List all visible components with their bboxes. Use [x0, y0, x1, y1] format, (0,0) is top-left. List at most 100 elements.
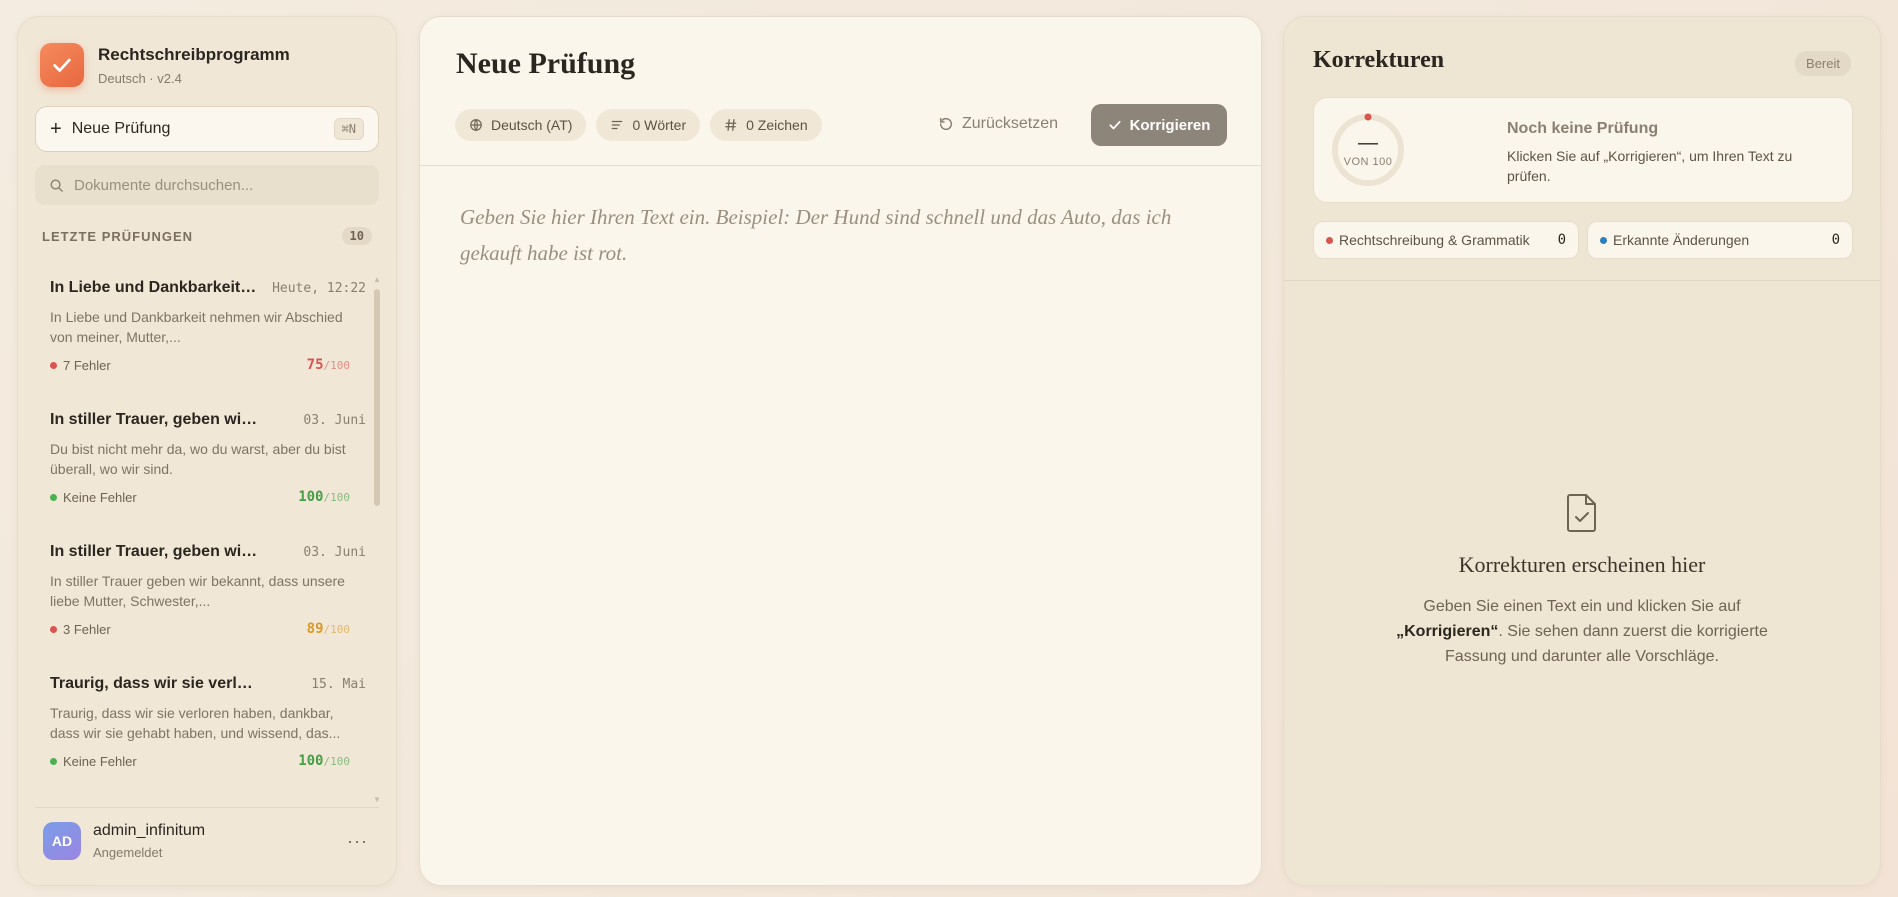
doc-title: Traurig, dass wir sie verloren haben	[50, 675, 260, 692]
doc-snippet: Traurig, dass wir sie verloren haben, da…	[50, 705, 341, 741]
score-value: —	[1358, 132, 1378, 154]
doc-score-value: 100	[298, 753, 324, 769]
scroll-down-icon[interactable]: ▼	[373, 795, 381, 804]
stat-spelling-grammar[interactable]: Rechtschreibung & Grammatik 0	[1313, 221, 1579, 259]
sidebar-scrollbar[interactable]: ▲ ▼	[373, 275, 381, 805]
reset-label: Zurücksetzen	[962, 115, 1059, 132]
score-gauge: — VON 100	[1330, 112, 1406, 188]
status-dot	[50, 625, 57, 633]
document-check-icon	[1565, 493, 1599, 538]
doc-snippet: In stiller Trauer geben wir bekannt, das…	[50, 573, 345, 609]
corrections-panel: Korrekturen Bereit — VON 100 Noch keine …	[1283, 16, 1881, 886]
app-logo	[40, 43, 84, 87]
new-check-button[interactable]: + Neue Prüfung ⌘N	[35, 106, 379, 152]
doc-status: 3 Fehler	[50, 622, 111, 637]
scroll-thumb[interactable]	[374, 289, 380, 506]
doc-score: 100/100	[298, 489, 350, 505]
gauge-marker	[1364, 113, 1372, 121]
user-status: Angemeldet	[93, 845, 163, 860]
editor-info-chips: Deutsch (AT) 0 Wörter 0 Zeichen	[455, 109, 832, 141]
word-count: 0 Wörter	[596, 109, 701, 141]
recent-documents-list: In Liebe und Dankbarkeit nehmen wir Absc…	[34, 267, 374, 802]
stat-count: 0	[1831, 232, 1840, 248]
app-version: Deutsch · v2.4	[98, 70, 182, 86]
divider	[35, 807, 379, 808]
list-item[interactable]: Traurig, dass wir sie verloren haben 15.…	[34, 663, 374, 783]
char-count-label: 0 Zeichen	[746, 117, 808, 133]
shortcut-badge: ⌘N	[333, 118, 364, 140]
recent-header: LETZTE PRÜFUNGEN 10	[42, 227, 372, 245]
empty-desc-bold: „Korrigieren“	[1396, 623, 1499, 640]
page-title: Neue Prüfung	[456, 47, 636, 80]
more-options-icon[interactable]: ···	[347, 831, 368, 852]
stat-label: Rechtschreibung & Grammatik	[1339, 232, 1530, 248]
empty-state: Korrekturen erscheinen hier Geben Sie ei…	[1284, 493, 1880, 669]
doc-score-of: /100	[323, 755, 351, 768]
stat-label: Erkannte Änderungen	[1613, 232, 1750, 248]
language-label: Deutsch (AT)	[491, 117, 573, 133]
scroll-up-icon[interactable]: ▲	[373, 275, 381, 284]
doc-date: Heute, 12:22	[272, 281, 366, 296]
correct-label: Korrigieren	[1129, 116, 1211, 134]
doc-status-text: Keine Fehler	[63, 489, 137, 505]
user-name: admin_infinitum	[93, 822, 206, 839]
check-icon	[1108, 118, 1122, 132]
hash-icon	[724, 118, 738, 132]
list-item[interactable]: In Liebe und Dankbarkeit nehmen wir Absc…	[34, 267, 374, 387]
doc-score: 75/100	[307, 357, 350, 373]
divider	[420, 165, 1261, 166]
status-dot	[50, 493, 57, 501]
search-input[interactable]: Dokumente durchsuchen...	[35, 165, 379, 205]
char-count: 0 Zeichen	[710, 109, 822, 141]
app-name: Rechtschreibprogramm	[98, 44, 290, 64]
stat-count: 0	[1557, 232, 1566, 248]
plus-icon: +	[50, 118, 62, 140]
doc-score-value: 89	[306, 621, 324, 637]
avatar: AD	[43, 822, 81, 860]
empty-description: Geben Sie einen Text ein und klicken Sie…	[1377, 594, 1787, 669]
lines-icon	[610, 118, 624, 132]
doc-date: 15. Mai	[311, 677, 366, 692]
recent-count-badge: 10	[341, 227, 372, 245]
doc-snippet: In Liebe und Dankbarkeit nehmen wir Absc…	[50, 309, 343, 345]
word-count-label: 0 Wörter	[632, 117, 687, 133]
reset-button[interactable]: Zurücksetzen	[938, 115, 1058, 133]
check-icon	[53, 58, 71, 72]
doc-score: 100/100	[298, 753, 350, 769]
doc-score-value: 100	[298, 489, 324, 505]
status-dot	[1600, 236, 1607, 244]
corrections-title: Korrekturen	[1313, 47, 1445, 73]
user-profile[interactable]: AD admin_infinitum Angemeldet ···	[43, 822, 383, 860]
recent-title: LETZTE PRÜFUNGEN	[42, 228, 194, 244]
list-item[interactable]: In stiller Trauer, geben wir bekannt 03.…	[34, 531, 374, 651]
doc-title: In stiller Trauer, geben wir bekannt	[50, 411, 260, 428]
doc-status: Keine Fehler	[50, 490, 137, 505]
doc-snippet: Du bist nicht mehr da, wo du warst, aber…	[50, 441, 346, 477]
text-input-area[interactable]: Geben Sie hier Ihren Text ein. Beispiel:…	[460, 199, 1200, 271]
doc-status-text: Keine Fehler	[63, 753, 137, 769]
score-of: VON 100	[1343, 156, 1393, 168]
status-badge: Bereit	[1795, 51, 1851, 76]
stat-detected-changes[interactable]: Erkannte Änderungen 0	[1587, 221, 1853, 259]
search-placeholder: Dokumente durchsuchen...	[74, 176, 254, 194]
editor-panel: Neue Prüfung Deutsch (AT) 0 Wörter 0 Zei…	[419, 16, 1262, 886]
doc-status: Keine Fehler	[50, 754, 137, 769]
reset-icon	[938, 116, 954, 132]
score-headline: Noch keine Prüfung	[1507, 120, 1659, 137]
empty-title: Korrekturen erscheinen hier	[1458, 552, 1706, 577]
doc-title: In Liebe und Dankbarkeit nehmen wir Absc…	[50, 279, 260, 296]
status-dot	[50, 757, 57, 765]
doc-status-text: 7 Fehler	[63, 357, 111, 373]
doc-score-of: /100	[323, 623, 351, 636]
language-selector[interactable]: Deutsch (AT)	[455, 109, 587, 141]
search-icon	[49, 178, 64, 193]
doc-score-of: /100	[323, 359, 351, 372]
doc-date: 03. Juni	[303, 545, 366, 560]
status-dot	[50, 361, 57, 369]
doc-score: 89/100	[307, 621, 350, 637]
globe-icon	[469, 118, 483, 132]
divider	[1284, 280, 1880, 281]
list-item[interactable]: In stiller Trauer, geben wir bekannt 03.…	[34, 399, 374, 519]
new-check-label: Neue Prüfung	[71, 120, 171, 137]
correct-button[interactable]: Korrigieren	[1091, 104, 1227, 146]
